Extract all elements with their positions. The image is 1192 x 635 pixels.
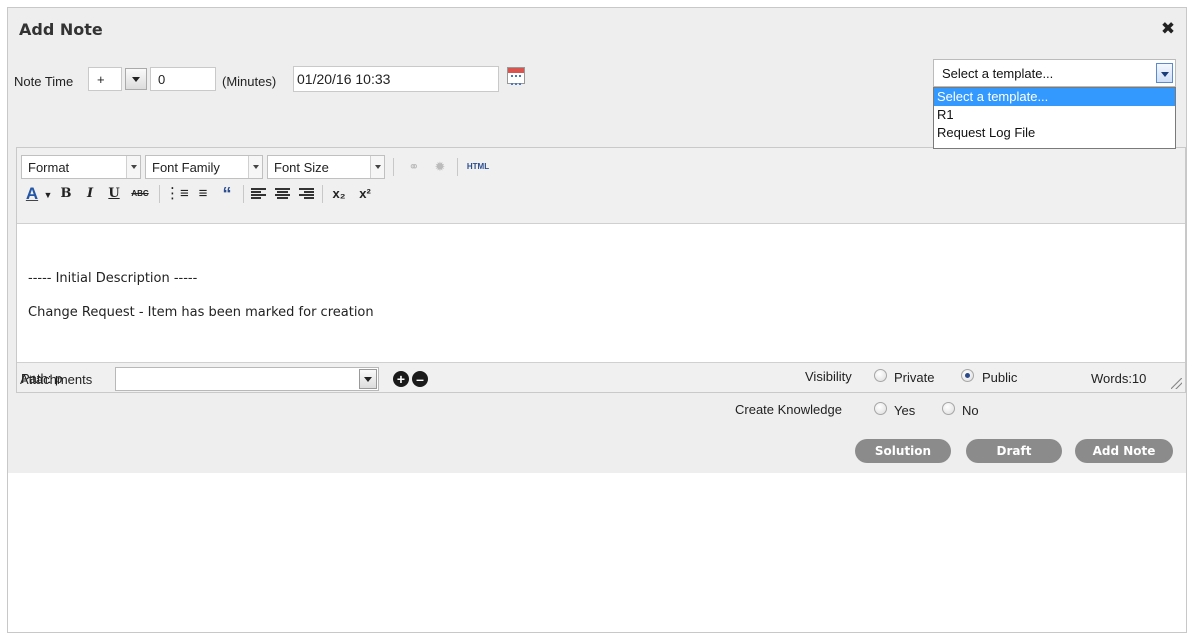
note-time-sign-value: +: [97, 72, 105, 87]
blockquote-icon[interactable]: “: [217, 184, 237, 204]
add-attachment-icon[interactable]: +: [393, 371, 409, 387]
format-select[interactable]: Format: [21, 155, 141, 179]
note-time-offset-value: 0: [158, 72, 166, 87]
editor-toolbar-row-2: A ▼ B I U ABC ⋮≡ ≡ “ x₂ x²: [17, 184, 1185, 210]
template-option[interactable]: Request Log File: [934, 124, 1175, 142]
chevron-down-icon: [248, 156, 262, 178]
html-source-button[interactable]: HTML: [463, 157, 493, 177]
note-datetime-value: 01/20/16 10:33: [297, 71, 391, 87]
bold-button[interactable]: B: [57, 184, 75, 204]
align-right-icon[interactable]: [299, 188, 314, 201]
font-size-select[interactable]: Font Size: [267, 155, 385, 179]
italic-button[interactable]: I: [81, 184, 99, 204]
calendar-icon[interactable]: [507, 67, 525, 85]
rich-text-editor: Format Font Family Font Size ⚭ ✹ HTML A …: [16, 147, 1186, 393]
template-option[interactable]: Select a template...: [934, 88, 1175, 106]
format-select-label: Format: [28, 160, 70, 175]
font-family-select-label: Font Family: [152, 160, 220, 175]
font-color-dropdown[interactable]: ▼: [43, 185, 53, 205]
chevron-down-icon[interactable]: [359, 369, 377, 389]
toolbar-divider: [457, 158, 458, 176]
font-size-select-label: Font Size: [274, 160, 329, 175]
draft-button[interactable]: Draft: [966, 439, 1062, 463]
unlink-icon[interactable]: ✹: [429, 157, 451, 177]
dialog-titlebar: Add Note ✖: [8, 8, 1186, 52]
content-line: ----- Initial Description -----: [28, 271, 198, 286]
template-select-value: Select a template...: [942, 66, 1054, 81]
chevron-down-icon: [370, 156, 384, 178]
toolbar-divider: [159, 185, 160, 203]
solution-button[interactable]: Solution: [855, 439, 951, 463]
note-time-label: Note Time: [14, 74, 74, 89]
subscript-button[interactable]: x₂: [329, 184, 349, 204]
align-center-icon[interactable]: [275, 188, 290, 201]
visibility-private-radio[interactable]: [874, 369, 887, 382]
link-icon[interactable]: ⚭: [403, 157, 425, 177]
note-time-sign-dropdown[interactable]: [125, 68, 147, 90]
minutes-label: (Minutes): [222, 74, 277, 89]
add-note-button[interactable]: Add Note: [1075, 439, 1173, 463]
attachments-select[interactable]: [115, 367, 379, 391]
template-select[interactable]: Select a template...: [933, 59, 1176, 87]
knowledge-yes-radio[interactable]: [874, 402, 887, 415]
remove-attachment-icon[interactable]: –: [412, 371, 428, 387]
resize-handle-icon[interactable]: [1171, 378, 1182, 389]
template-dropdown-list: Select a template... R1 Request Log File: [933, 87, 1176, 149]
note-time-sign[interactable]: +: [88, 67, 122, 91]
align-left-icon[interactable]: [251, 188, 266, 201]
note-time-offset-input[interactable]: 0: [150, 67, 216, 91]
close-icon[interactable]: ✖: [1158, 19, 1178, 39]
editor-toolbar-row-1: Format Font Family Font Size ⚭ ✹ HTML: [17, 155, 1185, 181]
editor-content-area[interactable]: ----- Initial Description ----- Change R…: [17, 223, 1185, 363]
font-color-icon[interactable]: A: [23, 184, 41, 204]
visibility-private-label[interactable]: Private: [894, 370, 934, 385]
note-datetime-input[interactable]: 01/20/16 10:33: [293, 66, 499, 92]
bullet-list-icon[interactable]: ⋮≡: [165, 184, 189, 204]
visibility-label: Visibility: [805, 369, 852, 384]
superscript-button[interactable]: x²: [355, 184, 375, 204]
create-knowledge-label: Create Knowledge: [735, 402, 842, 417]
knowledge-yes-label[interactable]: Yes: [894, 403, 915, 418]
word-count: Words:10: [1091, 371, 1147, 386]
attachments-label: Attachments: [20, 372, 93, 387]
numbered-list-icon[interactable]: ≡: [193, 184, 213, 204]
chevron-down-icon[interactable]: [1156, 63, 1173, 83]
knowledge-no-radio[interactable]: [942, 402, 955, 415]
template-option[interactable]: R1: [934, 106, 1175, 124]
underline-button[interactable]: U: [105, 184, 123, 204]
strikethrough-button[interactable]: ABC: [128, 184, 152, 204]
chevron-down-icon: [126, 156, 140, 178]
toolbar-divider: [393, 158, 394, 176]
dialog-title: Add Note: [19, 20, 103, 39]
visibility-public-radio[interactable]: [961, 369, 974, 382]
toolbar-divider: [322, 185, 323, 203]
visibility-public-label[interactable]: Public: [982, 370, 1017, 385]
toolbar-divider: [243, 185, 244, 203]
content-line: Change Request - Item has been marked fo…: [28, 305, 374, 320]
font-family-select[interactable]: Font Family: [145, 155, 263, 179]
knowledge-no-label[interactable]: No: [962, 403, 979, 418]
